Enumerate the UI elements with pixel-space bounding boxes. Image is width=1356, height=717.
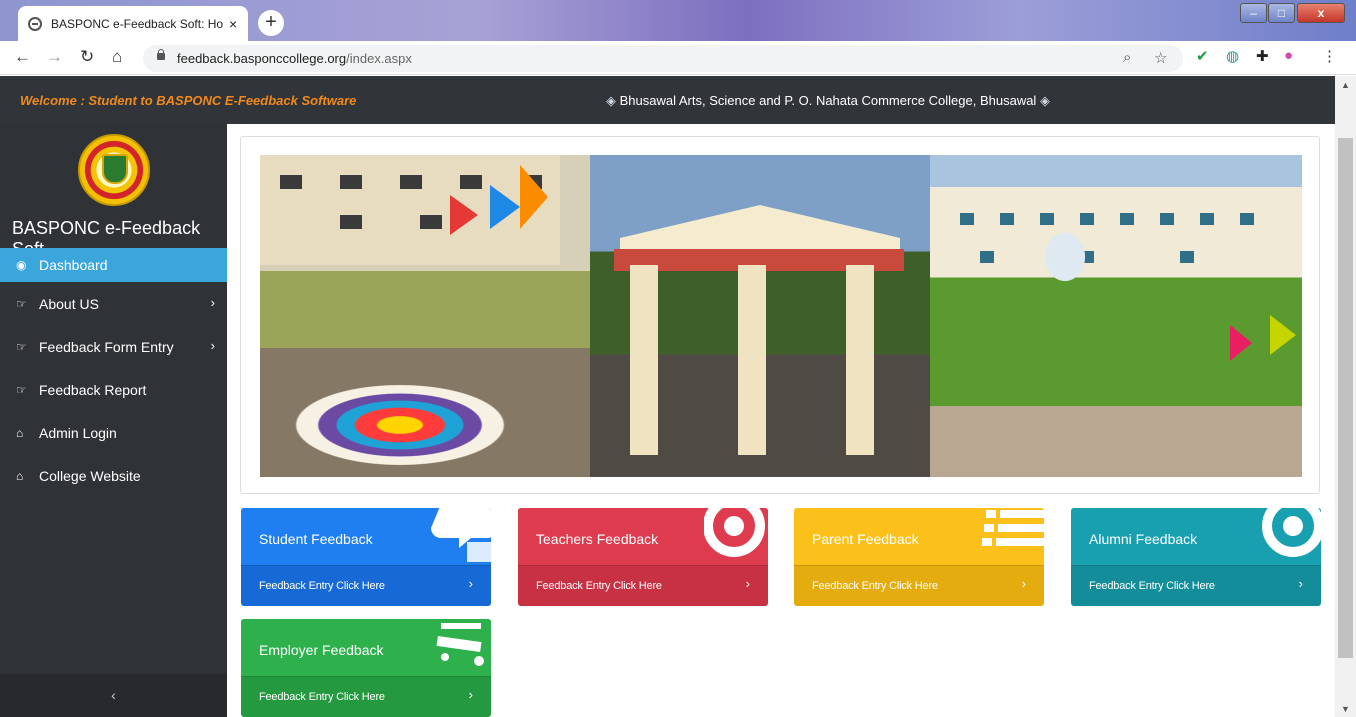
lifebuoy-icon: [1262, 508, 1321, 557]
employer-feedback-card[interactable]: Employer Feedback Feedback Entry Click H…: [241, 619, 491, 717]
window-maximize-button[interactable]: □: [1268, 3, 1295, 23]
college-logo: [78, 134, 150, 206]
kebab-menu-icon[interactable]: ⋮: [1322, 47, 1337, 65]
scroll-down-arrow-icon[interactable]: ▼: [1341, 704, 1350, 714]
sidebar-item-label: Feedback Report: [39, 381, 147, 398]
sidebar-item-label: Admin Login: [39, 424, 117, 441]
college-name-text: Bhusawal Arts, Science and P. O. Nahata …: [619, 93, 1037, 108]
url-text[interactable]: feedback.basponccollege.org/index.aspx: [177, 51, 412, 66]
sidebar-item-label: College Website: [39, 467, 141, 484]
window-minimize-button[interactable]: –: [1240, 3, 1267, 23]
top-header-bar: Welcome : Student to BASPONC E-Feedback …: [0, 76, 1335, 124]
dashboard-icon: ◉: [16, 258, 27, 272]
browser-toolbar: ← → ↻ ⌂ feedback.basponccollege.org/inde…: [0, 41, 1356, 75]
chevron-right-icon: ›: [468, 576, 473, 591]
hand-point-icon: ☞: [16, 339, 27, 354]
chevron-right-icon: ›: [210, 338, 215, 353]
card-footer-label: Feedback Entry Click Here: [259, 691, 385, 703]
window-close-button[interactable]: x: [1297, 3, 1345, 23]
sidebar-item-feedback-report[interactable]: ☞ Feedback Report: [0, 368, 227, 411]
chevron-right-icon: ›: [1298, 576, 1303, 591]
lock-icon: [157, 49, 165, 60]
sidebar-item-dashboard[interactable]: ◉ Dashboard: [0, 248, 227, 282]
shield-extension-icon[interactable]: ◍: [1226, 47, 1239, 65]
puzzle-extensions-icon[interactable]: ✚: [1256, 47, 1269, 65]
comments-icon: [431, 508, 491, 562]
web-page: Welcome : Student to BASPONC E-Feedback …: [0, 76, 1335, 717]
checkmark-extension-icon[interactable]: ✔: [1196, 47, 1209, 65]
student-feedback-card[interactable]: Student Feedback Feedback Entry Click He…: [241, 508, 491, 606]
card-footer-label: Feedback Entry Click Here: [812, 580, 938, 592]
chevron-right-icon: ›: [468, 687, 473, 702]
browser-tab[interactable]: BASPONC e-Feedback Soft: Home ×: [18, 6, 248, 41]
home-icon[interactable]: ⌂: [112, 47, 122, 67]
chevron-right-icon: ›: [210, 295, 215, 310]
sidebar-item-label: About US: [39, 295, 99, 312]
browser-tab-strip: BASPONC e-Feedback Soft: Home × + – □ x: [0, 0, 1356, 41]
parent-feedback-card[interactable]: Parent Feedback Feedback Entry Click Her…: [794, 508, 1044, 606]
card-footer-label: Feedback Entry Click Here: [259, 580, 385, 592]
card-title: Student Feedback: [259, 531, 373, 547]
list-icon: [982, 510, 1044, 546]
scroll-up-arrow-icon[interactable]: ▲: [1341, 80, 1350, 90]
reload-icon[interactable]: ↻: [80, 47, 94, 67]
lifebuoy-icon: [704, 508, 765, 557]
alumni-feedback-card[interactable]: Alumni Feedback Feedback Entry Click Her…: [1071, 508, 1321, 606]
card-title: Alumni Feedback: [1089, 531, 1198, 547]
profile-avatar-icon[interactable]: ●: [1284, 47, 1293, 64]
banner-panel: [240, 136, 1320, 494]
sidebar-item-college-website[interactable]: ⌂ College Website: [0, 454, 227, 497]
address-bar[interactable]: feedback.basponccollege.org/index.aspx ⌕…: [143, 45, 1183, 72]
diamond-icon: ◈: [606, 93, 616, 108]
tab-close-button[interactable]: ×: [229, 16, 237, 32]
hand-point-icon: ☞: [16, 382, 27, 397]
teachers-feedback-card[interactable]: Teachers Feedback Feedback Entry Click H…: [518, 508, 768, 606]
url-path: /index.aspx: [346, 51, 412, 66]
card-footer-label: Feedback Entry Click Here: [536, 580, 662, 592]
globe-icon: [28, 16, 42, 31]
page-scrollbar[interactable]: ▲ ▼: [1335, 76, 1356, 717]
main-content: Student Feedback Feedback Entry Click He…: [227, 124, 1335, 717]
card-footer-label: Feedback Entry Click Here: [1089, 580, 1215, 592]
tab-title: BASPONC e-Feedback Soft: Home: [51, 16, 223, 31]
sidebar-menu: ◉ Dashboard ☞ About US › ☞ Feedback Form…: [0, 248, 227, 497]
college-banner-image: [260, 155, 1302, 477]
home-icon: ⌂: [16, 425, 24, 440]
sidebar-item-about-us[interactable]: ☞ About US ›: [0, 282, 227, 325]
card-footer-link[interactable]: Feedback Entry Click Here ›: [518, 565, 768, 606]
url-domain: feedback.basponccollege.org: [177, 51, 347, 66]
chevron-right-icon: ›: [1021, 576, 1026, 591]
scrollbar-thumb[interactable]: [1338, 138, 1353, 658]
card-title: Parent Feedback: [812, 531, 919, 547]
sidebar-item-feedback-form-entry[interactable]: ☞ Feedback Form Entry ›: [0, 325, 227, 368]
college-name: ◈ Bhusawal Arts, Science and P. O. Nahat…: [606, 93, 1050, 109]
diamond-icon: ◈: [1039, 93, 1050, 108]
new-tab-button[interactable]: +: [258, 10, 284, 36]
cart-icon: [436, 623, 484, 666]
sidebar-item-label: Dashboard: [39, 257, 108, 273]
card-footer-link[interactable]: Feedback Entry Click Here ›: [1071, 565, 1321, 606]
sidebar: BASPONC e-Feedback Soft ◉ Dashboard ☞ Ab…: [0, 124, 227, 717]
sidebar-item-admin-login[interactable]: ⌂ Admin Login: [0, 411, 227, 454]
chevron-right-icon: ›: [745, 576, 750, 591]
bookmark-star-icon[interactable]: ☆: [1154, 49, 1167, 67]
sidebar-collapse-button[interactable]: ‹: [0, 674, 227, 717]
welcome-text: Welcome : Student to BASPONC E-Feedback …: [20, 93, 357, 108]
back-arrow-icon[interactable]: ←: [14, 47, 31, 67]
hand-point-icon: ☞: [16, 296, 27, 311]
card-title: Employer Feedback: [259, 642, 384, 658]
card-footer-link[interactable]: Feedback Entry Click Here ›: [241, 676, 491, 717]
card-footer-link[interactable]: Feedback Entry Click Here ›: [794, 565, 1044, 606]
zoom-icon[interactable]: ⌕: [1123, 49, 1131, 66]
home-icon: ⌂: [16, 468, 24, 483]
sidebar-item-label: Feedback Form Entry: [39, 338, 174, 355]
forward-arrow-icon[interactable]: →: [46, 47, 63, 67]
card-title: Teachers Feedback: [536, 531, 659, 547]
card-footer-link[interactable]: Feedback Entry Click Here ›: [241, 565, 491, 606]
